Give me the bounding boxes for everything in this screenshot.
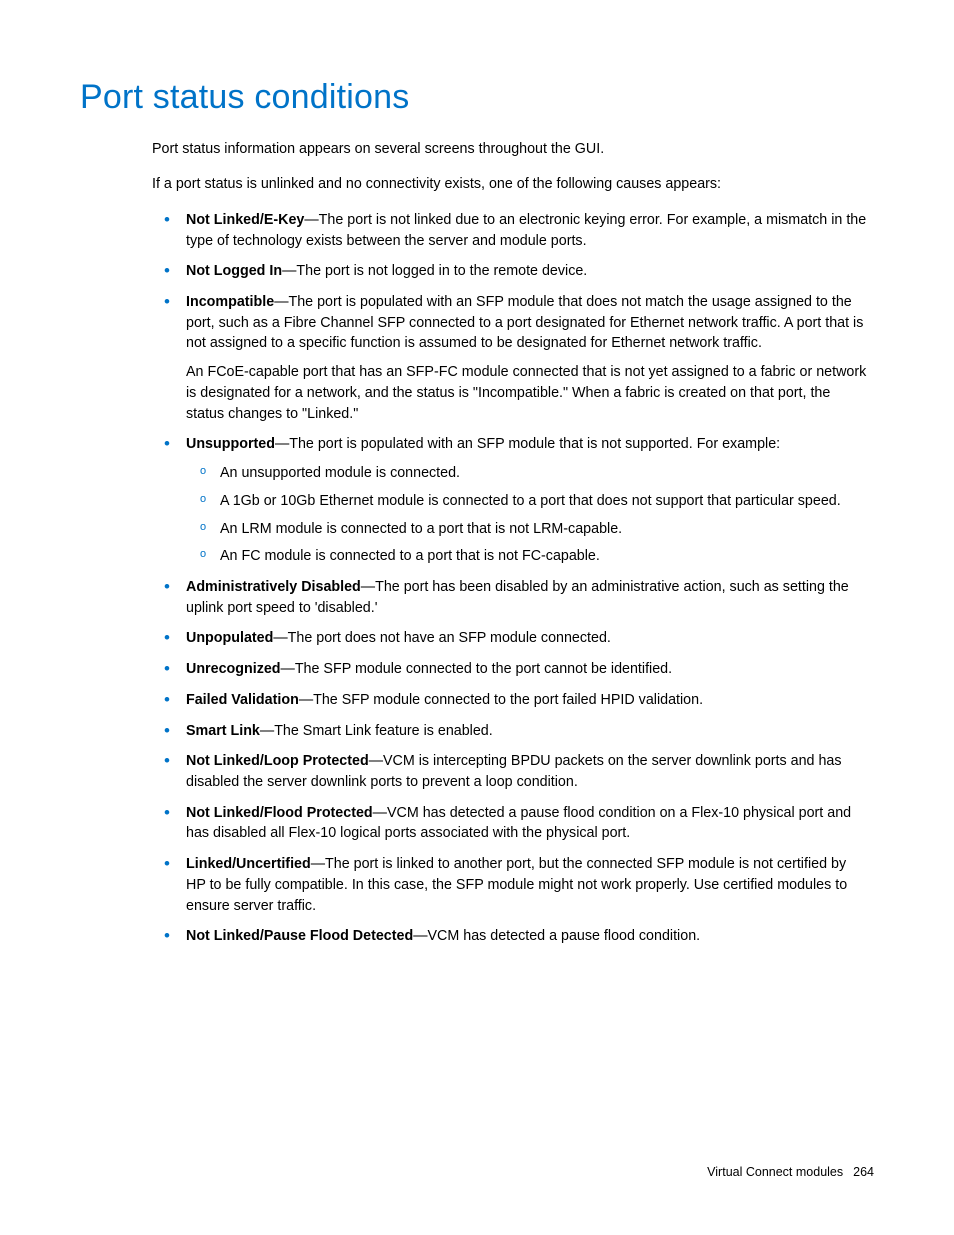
description: —The SFP module connected to the port fa… [299, 692, 703, 708]
list-item: Incompatible—The port is populated with … [186, 292, 874, 424]
sub-list-item: An unsupported module is connected. [220, 463, 868, 484]
page-title: Port status conditions [80, 78, 874, 117]
list-item: Linked/Uncertified—The port is linked to… [186, 854, 874, 916]
term: Linked/Uncertified [186, 856, 311, 872]
sub-list-item: An LRM module is connected to a port tha… [220, 519, 868, 540]
intro-block: Port status information appears on sever… [152, 139, 874, 196]
footer-page-number: 264 [853, 1165, 874, 1179]
description: —The port is populated with an SFP modul… [186, 294, 863, 351]
list-item: Unrecognized—The SFP module connected to… [186, 659, 874, 680]
list-item: Failed Validation—The SFP module connect… [186, 690, 874, 711]
term: Failed Validation [186, 692, 299, 708]
extra-paragraph: An FCoE-capable port that has an SFP-FC … [186, 362, 868, 424]
description: —The Smart Link feature is enabled. [260, 723, 493, 739]
term: Incompatible [186, 294, 274, 310]
list-item: Unsupported—The port is populated with a… [186, 434, 874, 567]
conditions-list: Not Linked/E-Key—The port is not linked … [152, 210, 874, 947]
list-item: Administratively Disabled—The port has b… [186, 577, 874, 618]
description: —The port is not logged in to the remote… [282, 263, 587, 279]
intro-paragraph-2: If a port status is unlinked and no conn… [152, 174, 874, 195]
page-footer: Virtual Connect modules 264 [707, 1165, 874, 1179]
list-item: Not Logged In—The port is not logged in … [186, 261, 874, 282]
list-item: Unpopulated—The port does not have an SF… [186, 628, 874, 649]
list-item: Not Linked/E-Key—The port is not linked … [186, 210, 874, 251]
term: Unpopulated [186, 630, 273, 646]
term: Not Linked/Pause Flood Detected [186, 928, 413, 944]
description: —The port is populated with an SFP modul… [275, 436, 780, 452]
term: Smart Link [186, 723, 260, 739]
term: Not Linked/E-Key [186, 212, 304, 228]
term: Not Logged In [186, 263, 282, 279]
list-item: Not Linked/Flood Protected—VCM has detec… [186, 803, 874, 844]
sub-list-item: An FC module is connected to a port that… [220, 546, 868, 567]
term: Not Linked/Loop Protected [186, 753, 369, 769]
intro-paragraph-1: Port status information appears on sever… [152, 139, 874, 160]
extra-text: An FCoE-capable port that has an SFP-FC … [186, 362, 868, 424]
sub-list: An unsupported module is connected. A 1G… [186, 463, 868, 567]
list-item: Not Linked/Pause Flood Detected—VCM has … [186, 926, 874, 947]
list-item: Not Linked/Loop Protected—VCM is interce… [186, 751, 874, 792]
sub-list-item: A 1Gb or 10Gb Ethernet module is connect… [220, 491, 868, 512]
description: —The port does not have an SFP module co… [273, 630, 611, 646]
description: —VCM has detected a pause flood conditio… [413, 928, 700, 944]
description: —The SFP module connected to the port ca… [281, 661, 673, 677]
footer-section: Virtual Connect modules [707, 1165, 843, 1179]
term: Unrecognized [186, 661, 281, 677]
term: Unsupported [186, 436, 275, 452]
list-item: Smart Link—The Smart Link feature is ena… [186, 721, 874, 742]
term: Administratively Disabled [186, 579, 361, 595]
term: Not Linked/Flood Protected [186, 805, 373, 821]
